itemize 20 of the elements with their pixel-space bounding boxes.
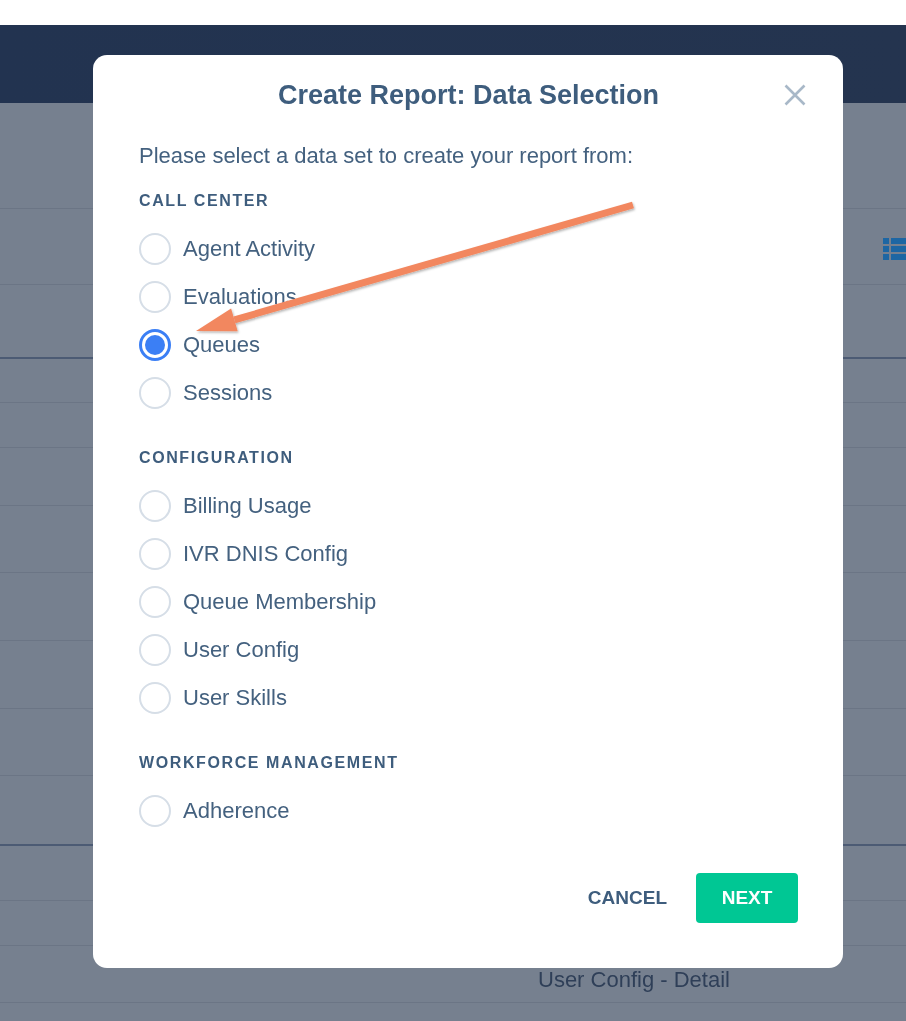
option-label[interactable]: Queue Membership <box>183 590 377 614</box>
option-label[interactable]: IVR DNIS Config <box>183 542 349 566</box>
dialog-prompt: Please select a data set to create your report from: <box>139 142 634 170</box>
option-label[interactable]: User Config <box>183 638 300 662</box>
dialog-title: Create Report: Data Selection <box>277 80 660 110</box>
radio-button[interactable] <box>139 329 171 361</box>
option-label[interactable]: User Skills <box>183 686 287 710</box>
group-heading: CALL CENTER <box>139 191 270 211</box>
option-label[interactable]: Evaluations <box>183 285 297 309</box>
group-heading: WORKFORCE MANAGEMENT <box>139 753 399 773</box>
option-label[interactable]: Queues <box>183 333 261 357</box>
option-label[interactable]: Billing Usage <box>183 494 312 518</box>
group-heading: CONFIGURATION <box>139 448 294 468</box>
option-label[interactable]: Sessions <box>183 381 273 405</box>
report-name-text: User Config - Detail <box>538 969 730 991</box>
option-label[interactable]: Agent Activity <box>183 237 316 261</box>
close-icon[interactable] <box>784 84 806 106</box>
option-label[interactable]: Adherence <box>183 799 290 823</box>
cancel-button[interactable]: CANCEL <box>573 873 681 923</box>
list-view-icon[interactable] <box>883 237 906 260</box>
